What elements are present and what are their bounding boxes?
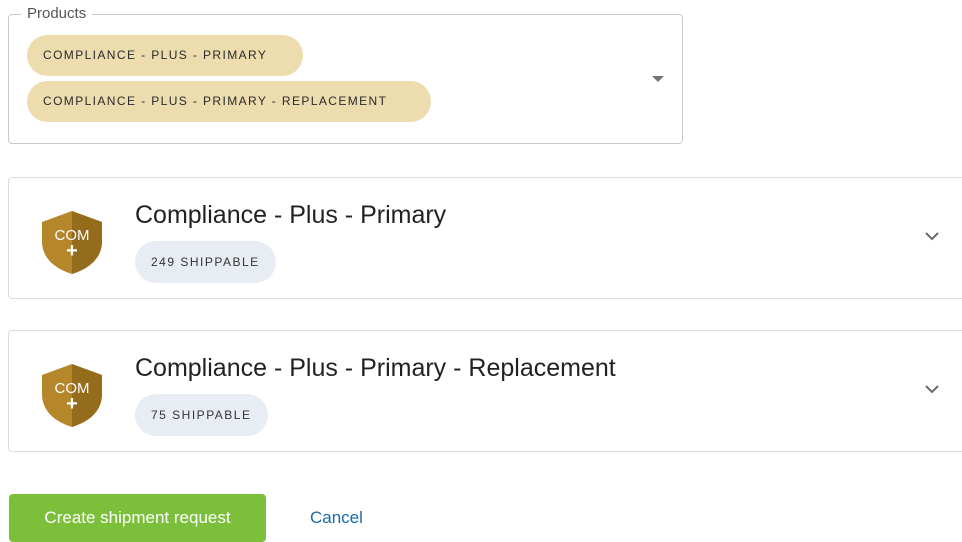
product-chip[interactable]: COMPLIANCE - PLUS - PRIMARY - REPLACEMEN… (27, 81, 431, 122)
create-shipment-button[interactable]: Create shipment request (9, 494, 266, 542)
product-chip[interactable]: COMPLIANCE - PLUS - PRIMARY (27, 35, 303, 76)
products-label: Products (21, 6, 93, 22)
shield-symbol: + (66, 240, 78, 262)
cancel-link[interactable]: Cancel (310, 506, 363, 530)
product-title: Compliance - Plus - Primary (135, 201, 447, 229)
shield-icon: COM + (42, 364, 102, 427)
shield-symbol: + (66, 393, 78, 415)
product-card[interactable]: COM + Compliance - Plus - Primary - Repl… (8, 330, 962, 452)
products-select[interactable]: Products COMPLIANCE - PLUS - PRIMARY COM… (8, 6, 683, 144)
product-card[interactable]: COM + Compliance - Plus - Primary 249 SH… (8, 177, 962, 299)
shippable-badge: 75 SHIPPABLE (135, 394, 268, 436)
shield-icon: COM + (42, 211, 102, 274)
product-title: Compliance - Plus - Primary - Replacemen… (135, 354, 616, 382)
dropdown-arrow-icon[interactable] (652, 76, 664, 82)
shippable-badge: 249 SHIPPABLE (135, 241, 276, 283)
chevron-down-icon[interactable] (923, 230, 941, 242)
chevron-down-icon[interactable] (923, 383, 941, 395)
